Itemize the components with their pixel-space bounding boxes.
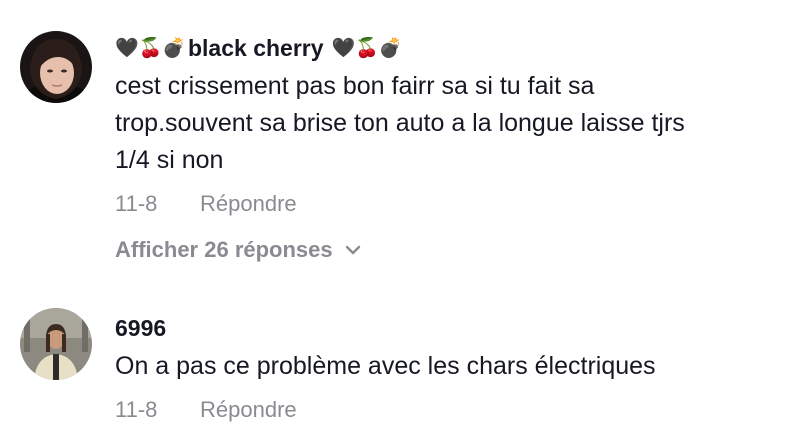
username-emoji-prefix: 🖤🍒💣 — [115, 37, 186, 59]
username-text: black cherry — [187, 35, 324, 61]
avatar-image — [20, 308, 92, 380]
comment-meta: 11-8 Répondre — [115, 395, 800, 425]
comment-text: cest crissement pas bon fairr sa si tu f… — [115, 68, 800, 179]
avatar[interactable] — [20, 31, 92, 103]
comment-text-line: trop.souvent sa brise ton auto a la long… — [115, 109, 685, 137]
comment-date: 11-8 — [115, 397, 158, 422]
chevron-down-icon — [345, 245, 360, 255]
username-emoji-suffix: 🖤🍒💣 — [331, 37, 403, 59]
view-replies-label: Afficher 26 réponses — [115, 237, 333, 262]
avatar[interactable] — [20, 308, 92, 380]
avatar-image — [20, 31, 92, 103]
comment-text-line: cest crissement pas bon fairr sa si tu f… — [115, 72, 595, 100]
reply-button[interactable]: Répondre — [200, 395, 297, 425]
view-replies-button[interactable]: Afficher 26 réponses — [115, 235, 800, 265]
comment-text-line: 1/4 si non — [115, 146, 224, 174]
comment-username[interactable]: 🖤🍒💣 black cherry 🖤🍒💣 — [115, 30, 800, 66]
comment-username[interactable]: 6996 — [115, 310, 800, 346]
comment-date: 11-8 — [115, 191, 158, 216]
comment-text: On a pas ce problème avec les chars élec… — [115, 348, 800, 385]
reply-button[interactable]: Répondre — [200, 189, 297, 219]
username-text: 6996 — [115, 315, 167, 341]
comment-text-line: On a pas ce problème avec les chars élec… — [115, 352, 656, 380]
comment-meta: 11-8 Répondre — [115, 189, 800, 219]
